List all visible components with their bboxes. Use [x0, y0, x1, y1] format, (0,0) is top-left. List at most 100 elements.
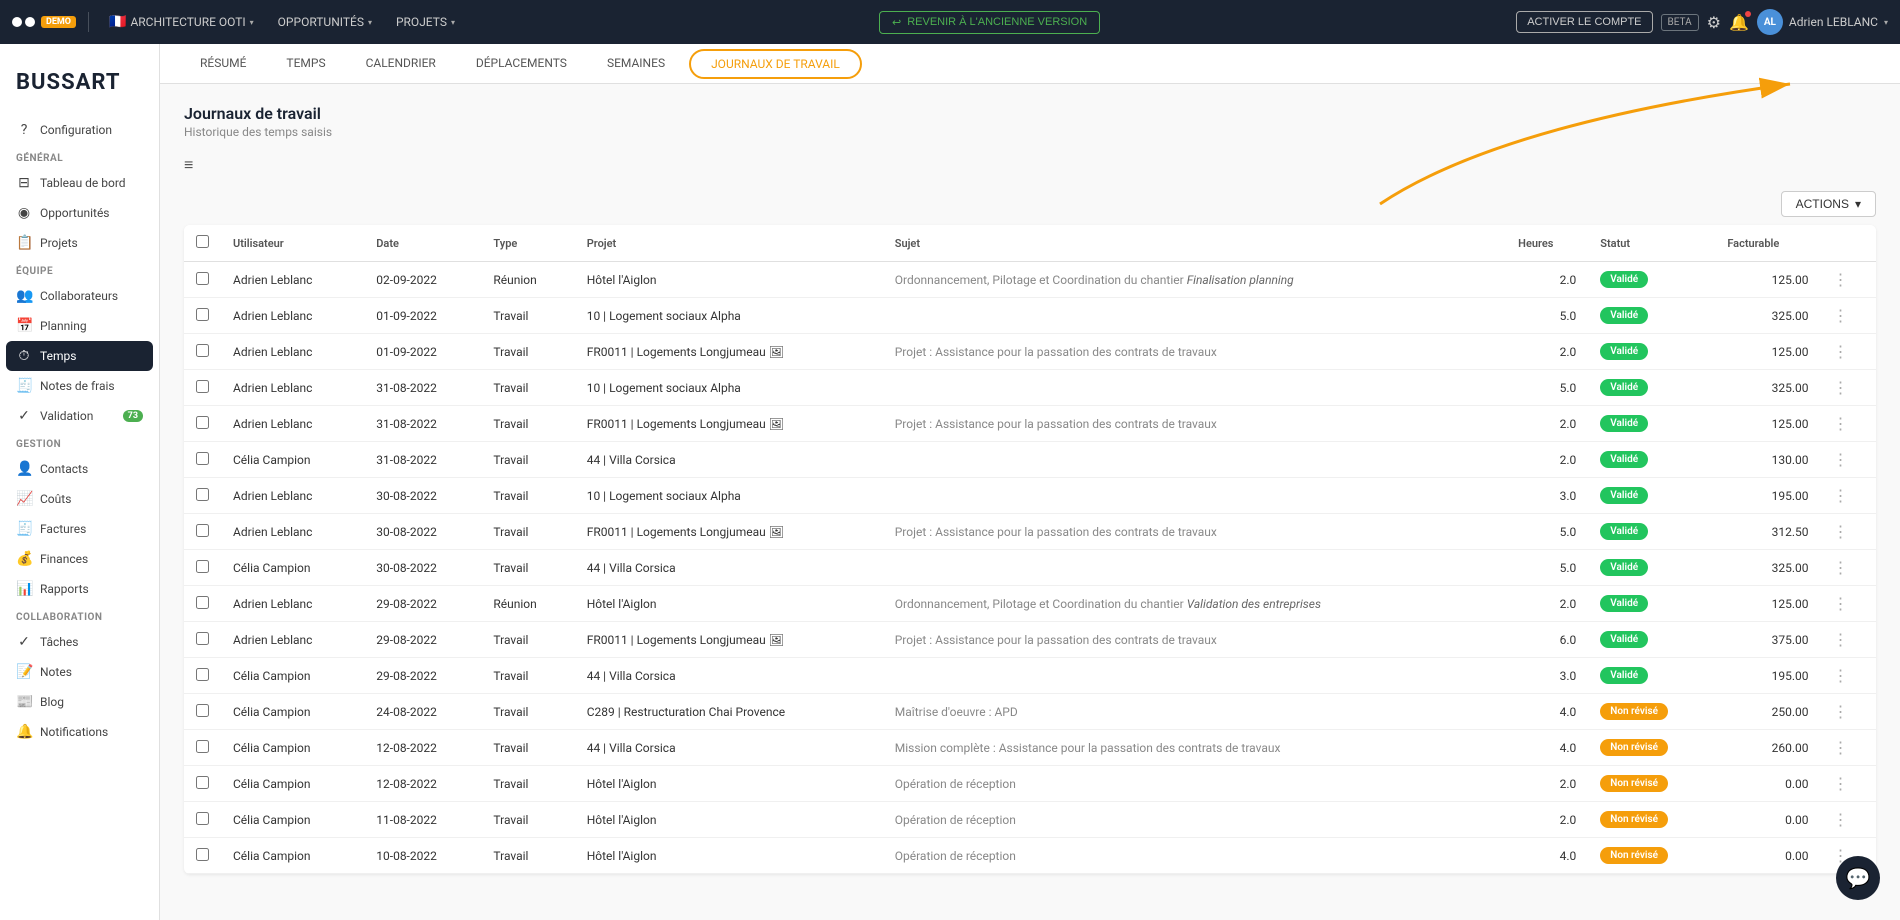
sidebar-item-taches[interactable]: ✓ Tâches	[0, 627, 159, 657]
row-menu-icon[interactable]: ⋮	[1833, 702, 1849, 721]
row-checkbox[interactable]	[196, 380, 209, 393]
tab-resume[interactable]: RÉSUMÉ	[180, 44, 266, 84]
row-checkbox[interactable]	[196, 416, 209, 429]
row-menu[interactable]: ⋮	[1821, 658, 1876, 694]
sidebar-item-blog[interactable]: 📰 Blog	[0, 687, 159, 717]
sidebar-item-factures[interactable]: 🧾 Factures	[0, 514, 159, 544]
sidebar-item-finances[interactable]: 💰 Finances	[0, 544, 159, 574]
row-menu[interactable]: ⋮	[1821, 694, 1876, 730]
row-menu[interactable]: ⋮	[1821, 550, 1876, 586]
row-checkbox[interactable]	[196, 308, 209, 321]
revenir-button[interactable]: ↩ REVENIR À L'ANCIENNE VERSION	[879, 11, 1100, 34]
row-checkbox[interactable]	[196, 344, 209, 357]
row-menu-icon[interactable]: ⋮	[1833, 810, 1849, 829]
table-row: Célia Campion 29-08-2022 Travail 44 | Vi…	[184, 658, 1876, 694]
row-checkbox[interactable]	[196, 776, 209, 789]
nav-opportunites-label: OPPORTUNITÉS	[278, 15, 364, 29]
actions-button[interactable]: ACTIONS ▾	[1781, 191, 1876, 217]
row-menu[interactable]: ⋮	[1821, 370, 1876, 406]
row-menu-icon[interactable]: ⋮	[1833, 342, 1849, 361]
row-menu[interactable]: ⋮	[1821, 766, 1876, 802]
nav-item-projets[interactable]: PROJETS ▾	[388, 11, 463, 33]
settings-icon[interactable]: ⚙	[1707, 13, 1721, 32]
row-menu-icon[interactable]: ⋮	[1833, 774, 1849, 793]
table-row: Célia Campion 11-08-2022 Travail Hôtel l…	[184, 802, 1876, 838]
filter-icon[interactable]: ≡	[184, 155, 193, 175]
row-menu-icon[interactable]: ⋮	[1833, 522, 1849, 541]
row-checkbox[interactable]	[196, 524, 209, 537]
chat-button[interactable]: 💬	[1836, 856, 1880, 900]
sidebar-item-contacts[interactable]: 👤 Contacts	[0, 454, 159, 484]
row-utilisateur: Adrien Leblanc	[221, 586, 364, 622]
sidebar-item-temps[interactable]: ⏱ Temps	[6, 341, 153, 371]
row-menu-icon[interactable]: ⋮	[1833, 414, 1849, 433]
tab-calendrier[interactable]: CALENDRIER	[346, 44, 456, 84]
row-menu[interactable]: ⋮	[1821, 478, 1876, 514]
row-menu[interactable]: ⋮	[1821, 586, 1876, 622]
tab-semaines[interactable]: SEMAINES	[587, 44, 685, 84]
row-checkbox[interactable]	[196, 596, 209, 609]
row-menu-icon[interactable]: ⋮	[1833, 630, 1849, 649]
row-menu[interactable]: ⋮	[1821, 730, 1876, 766]
sidebar-item-tableau[interactable]: ⊟ Tableau de bord	[0, 168, 159, 198]
sidebar-item-notifications[interactable]: 🔔 Notifications	[0, 717, 159, 747]
row-menu-icon[interactable]: ⋮	[1833, 306, 1849, 325]
row-menu-icon[interactable]: ⋮	[1833, 450, 1849, 469]
sidebar-item-projets[interactable]: 📋 Projets	[0, 228, 159, 258]
sidebar-item-config[interactable]: ? Configuration	[0, 115, 159, 145]
row-checkbox[interactable]	[196, 740, 209, 753]
sidebar-item-validation[interactable]: ✓ Validation 73	[0, 401, 159, 431]
row-menu[interactable]: ⋮	[1821, 406, 1876, 442]
row-statut: Validé	[1588, 658, 1715, 694]
nav-item-architecture[interactable]: 🇫🇷 ARCHITECTURE OOTI ▾	[101, 10, 262, 34]
row-checkbox[interactable]	[196, 812, 209, 825]
sidebar-item-notes[interactable]: 📝 Notes	[0, 657, 159, 687]
sidebar-rapports-label: Rapports	[40, 582, 89, 596]
row-checkbox-cell	[184, 838, 221, 874]
row-checkbox[interactable]	[196, 632, 209, 645]
row-menu-icon[interactable]: ⋮	[1833, 594, 1849, 613]
tab-deplacements[interactable]: DÉPLACEMENTS	[456, 44, 587, 84]
notification-bell-icon[interactable]: 🔔	[1729, 13, 1749, 32]
tab-temps[interactable]: TEMPS	[266, 44, 345, 84]
row-checkbox[interactable]	[196, 668, 209, 681]
row-menu-icon[interactable]: ⋮	[1833, 378, 1849, 397]
row-checkbox[interactable]	[196, 704, 209, 717]
row-menu[interactable]: ⋮	[1821, 514, 1876, 550]
contacts-icon: 👤	[16, 461, 32, 477]
row-type: Travail	[481, 802, 574, 838]
tab-journaux[interactable]: JOURNAUX DE TRAVAIL	[689, 49, 862, 79]
sidebar-item-opportunites[interactable]: ◉ Opportunités	[0, 198, 159, 228]
row-menu[interactable]: ⋮	[1821, 262, 1876, 298]
row-menu-icon[interactable]: ⋮	[1833, 270, 1849, 289]
row-menu[interactable]: ⋮	[1821, 334, 1876, 370]
user-menu[interactable]: AL Adrien LEBLANC ▾	[1757, 9, 1888, 35]
row-statut: Non révisé	[1588, 694, 1715, 730]
row-checkbox[interactable]	[196, 272, 209, 285]
sidebar-item-notes-frais[interactable]: 🧾 Notes de frais	[0, 371, 159, 401]
activer-button[interactable]: ACTIVER LE COMPTE	[1516, 11, 1652, 33]
row-menu[interactable]: ⋮	[1821, 298, 1876, 334]
row-menu[interactable]: ⋮	[1821, 442, 1876, 478]
sidebar-section-gestion: GESTION	[0, 431, 159, 454]
select-all-checkbox[interactable]	[196, 235, 209, 248]
sidebar-item-rapports[interactable]: 📊 Rapports	[0, 574, 159, 604]
logo-area[interactable]: DEMO	[12, 16, 76, 28]
sidebar-item-collaborateurs[interactable]: 👥 Collaborateurs	[0, 281, 159, 311]
row-heures: 2.0	[1506, 262, 1588, 298]
row-checkbox[interactable]	[196, 452, 209, 465]
row-checkbox[interactable]	[196, 848, 209, 861]
row-menu-icon[interactable]: ⋮	[1833, 486, 1849, 505]
row-menu[interactable]: ⋮	[1821, 622, 1876, 658]
row-date: 24-08-2022	[364, 694, 481, 730]
row-menu[interactable]: ⋮	[1821, 802, 1876, 838]
row-checkbox[interactable]	[196, 560, 209, 573]
row-menu-icon[interactable]: ⋮	[1833, 558, 1849, 577]
nav-item-opportunites[interactable]: OPPORTUNITÉS ▾	[270, 11, 380, 33]
sidebar-factures-label: Factures	[40, 522, 86, 536]
row-menu-icon[interactable]: ⋮	[1833, 666, 1849, 685]
row-menu-icon[interactable]: ⋮	[1833, 738, 1849, 757]
row-checkbox[interactable]	[196, 488, 209, 501]
sidebar-item-planning[interactable]: 📅 Planning	[0, 311, 159, 341]
sidebar-item-couts[interactable]: 📈 Coûts	[0, 484, 159, 514]
